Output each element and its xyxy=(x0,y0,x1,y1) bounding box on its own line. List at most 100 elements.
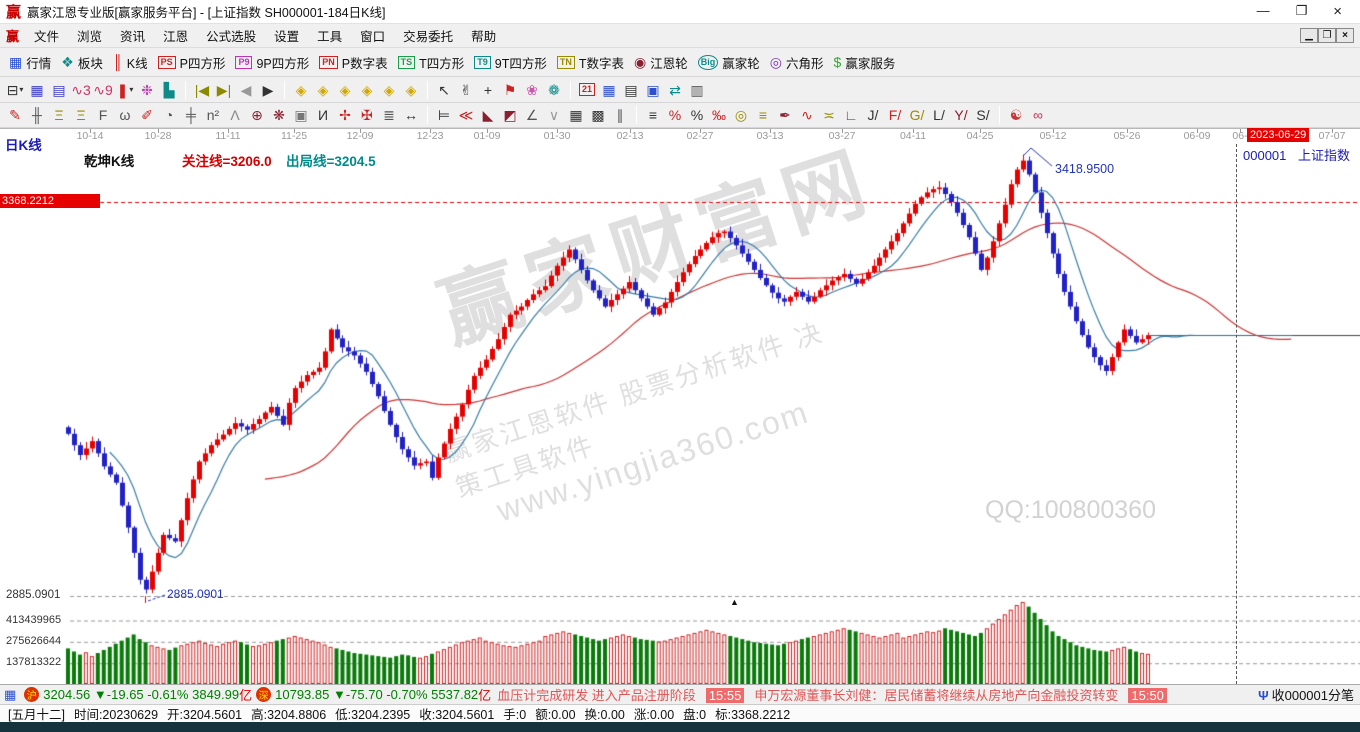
n-squared-button[interactable]: n² xyxy=(202,105,224,125)
gold-ladder-b-button[interactable]: Ξ xyxy=(70,105,92,125)
ray-fan-button[interactable]: ≪ xyxy=(455,105,477,125)
calendar-button[interactable]: 21 xyxy=(576,80,598,100)
wave9-icon[interactable]: ∿9 xyxy=(92,80,114,100)
v-line-button[interactable]: ∨ xyxy=(543,105,565,125)
mdi-minimize-button[interactable]: ▁ xyxy=(1300,28,1318,43)
shade-fan-button[interactable]: ◣ xyxy=(477,105,499,125)
menu-file[interactable]: 文件 xyxy=(25,24,68,47)
news-item[interactable]: 血压计完成研发 进入产品注册阶段 xyxy=(497,688,696,703)
colored-kline-icon[interactable]: ▙ xyxy=(158,80,180,100)
marker-flag-button[interactable]: ⚑ xyxy=(499,80,521,100)
slash-tool-rule-button[interactable]: L/ xyxy=(928,105,950,125)
slash-tool-gold-button[interactable]: G/ xyxy=(906,105,928,125)
news-item[interactable]: 申万宏源董事长刘健：居民储蓄将继续从房地产向金融投资转变 xyxy=(754,688,1118,703)
clock-wheel-button[interactable]: ◔ xyxy=(158,105,180,125)
gann-circle-cross-button[interactable]: ⊕ xyxy=(246,105,268,125)
box-fan-button[interactable]: ◩ xyxy=(499,105,521,125)
report-icon[interactable]: ▤ xyxy=(48,80,70,100)
slash-tool-win-button[interactable]: Y/ xyxy=(950,105,972,125)
dark-grid-button[interactable]: ▦ xyxy=(565,105,587,125)
gold-line-button[interactable]: ≡ xyxy=(752,105,774,125)
f-ladder-button[interactable]: F xyxy=(92,105,114,125)
slash-tool-j-button[interactable]: J/ xyxy=(862,105,884,125)
close-button[interactable]: × xyxy=(1333,3,1342,20)
quote-grid-icon[interactable]: ▦ xyxy=(4,687,16,703)
parallel-lines-button[interactable]: ∥ xyxy=(609,105,631,125)
prev-bar-button[interactable]: ◀ xyxy=(235,80,257,100)
pink-tool-button[interactable]: ❀ xyxy=(521,80,543,100)
k-mark-button[interactable]: И xyxy=(312,105,334,125)
diamond-right-button[interactable]: ◈ xyxy=(312,80,334,100)
mdi-restore-button[interactable]: ❐ xyxy=(1318,28,1336,43)
mdi-close-button[interactable]: × xyxy=(1336,28,1354,43)
mascot-tool-icon[interactable]: ❉ xyxy=(136,80,158,100)
last-bar-button[interactable]: ▶| xyxy=(213,80,235,100)
diamond-full-button[interactable]: ◈ xyxy=(400,80,422,100)
gold-circle-button[interactable]: ◎ xyxy=(730,105,752,125)
notes-button[interactable]: ▤ xyxy=(620,80,642,100)
trend-window-icon[interactable]: ▦ xyxy=(26,80,48,100)
crosshair-tool-button[interactable]: + xyxy=(477,80,499,100)
slash-tool-f-button[interactable]: F/ xyxy=(884,105,906,125)
menu-gann[interactable]: 江恩 xyxy=(154,24,197,47)
minimize-button[interactable]: — xyxy=(1257,3,1270,20)
kline-period-dropdown[interactable]: ⊟▾ xyxy=(4,80,26,100)
p9-square-button[interactable]: P99P四方形 xyxy=(230,51,314,74)
hexagon-button[interactable]: ◎六角形 xyxy=(765,51,829,74)
diamond-cross-button[interactable]: ◈ xyxy=(356,80,378,100)
gold-ladder-a-button[interactable]: Ξ xyxy=(48,105,70,125)
candle-type-dropdown[interactable]: ❚▾ xyxy=(114,80,136,100)
red-pen-button[interactable]: ✐ xyxy=(136,105,158,125)
slope-line-button[interactable]: ∟ xyxy=(840,105,862,125)
shen-cross-button[interactable]: ✢ xyxy=(334,105,356,125)
sectors-button[interactable]: ❖板块 xyxy=(56,51,108,74)
t-number-table-button[interactable]: TNT数字表 xyxy=(552,51,629,74)
percent-line-button[interactable]: ‰ xyxy=(708,105,730,125)
menu-trade-entrust[interactable]: 交易委托 xyxy=(394,24,462,47)
hand-tool-button[interactable]: ✌ xyxy=(455,80,477,100)
first-bar-button[interactable]: |◀ xyxy=(191,80,213,100)
t-square-button[interactable]: TST四方形 xyxy=(393,51,470,74)
menu-browse[interactable]: 浏览 xyxy=(68,24,111,47)
winner-wheel-button[interactable]: Big赢家轮 xyxy=(693,51,765,74)
print-button[interactable]: ▥ xyxy=(686,80,708,100)
ruler-grid-button[interactable]: ≣ xyxy=(378,105,400,125)
t-ruler-button[interactable]: ⊨ xyxy=(433,105,455,125)
spiral-tool-button[interactable]: ω xyxy=(114,105,136,125)
infinity-button[interactable]: ∞ xyxy=(1027,105,1049,125)
gann-square-button[interactable]: ▣ xyxy=(290,105,312,125)
grid-arrow-button[interactable]: ▩ xyxy=(587,105,609,125)
percent-button[interactable]: % xyxy=(686,105,708,125)
diamond-hsplit-button[interactable]: ◈ xyxy=(334,80,356,100)
p-square-button[interactable]: PSP四方形 xyxy=(153,51,231,74)
slash-tool-four-button[interactable]: S/ xyxy=(972,105,994,125)
restore-button[interactable]: ❐ xyxy=(1296,3,1308,20)
wave3-icon[interactable]: ∿3 xyxy=(70,80,92,100)
angle-pencil-button[interactable]: ∠ xyxy=(521,105,543,125)
idea-tool-button[interactable]: ❁ xyxy=(543,80,565,100)
next-bar-button[interactable]: ▶ xyxy=(257,80,279,100)
save-button[interactable]: ▣ xyxy=(642,80,664,100)
marker-pen-button[interactable]: ✒ xyxy=(774,105,796,125)
p-number-table-button[interactable]: PNP数字表 xyxy=(314,51,392,74)
percent-red-button[interactable]: % xyxy=(664,105,686,125)
menu-help[interactable]: 帮助 xyxy=(462,24,505,47)
menu-tools[interactable]: 工具 xyxy=(308,24,351,47)
menu-news[interactable]: 资讯 xyxy=(111,24,154,47)
comb-grid-button[interactable]: ╪ xyxy=(180,105,202,125)
kline-button[interactable]: ║K线 xyxy=(108,51,153,74)
channel-wave-button[interactable]: ∿ xyxy=(796,105,818,125)
t9-square-button[interactable]: T99T四方形 xyxy=(469,51,552,74)
diamond-left-button[interactable]: ◈ xyxy=(290,80,312,100)
quotes-button[interactable]: ▦行情 xyxy=(4,51,56,74)
gann-wheel-button[interactable]: ◉江恩轮 xyxy=(629,51,693,74)
winner-service-button[interactable]: $赢家服务 xyxy=(829,51,901,74)
pointer-tool-button[interactable]: ↖ xyxy=(433,80,455,100)
gann-star-wheel-button[interactable]: ❋ xyxy=(268,105,290,125)
menu-window[interactable]: 窗口 xyxy=(351,24,394,47)
yinyang-button[interactable]: ☯ xyxy=(1005,105,1027,125)
angle-a-button[interactable]: Λ xyxy=(224,105,246,125)
brush-tool-button[interactable]: ✎ xyxy=(4,105,26,125)
menu-settings[interactable]: 设置 xyxy=(265,24,308,47)
menu-formula-stock-pick[interactable]: 公式选股 xyxy=(197,24,265,47)
